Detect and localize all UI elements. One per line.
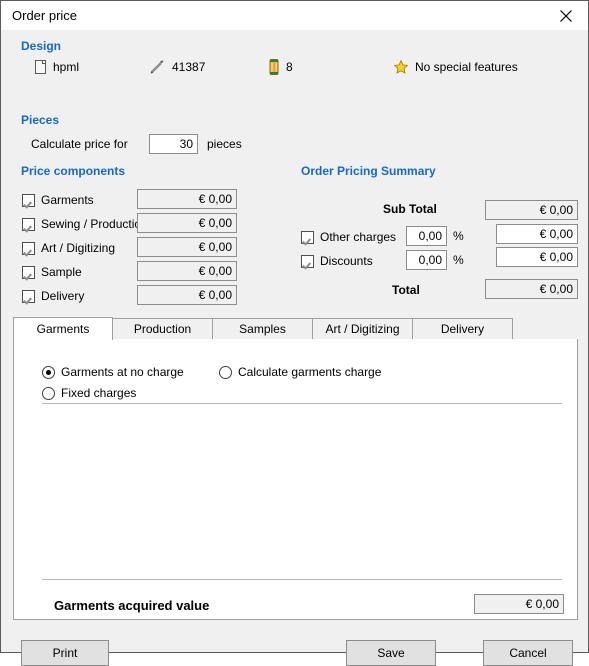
close-icon [559,9,572,22]
tab-production-label: Production [133,322,192,336]
design-item-number: 41387 [149,57,205,77]
design-number-label: 41387 [172,60,206,74]
price-component-label-garments: Garments [41,193,94,207]
other-charges-label: Other charges [320,230,397,244]
radio-label-fixed-charges: Fixed charges [61,386,137,400]
garments-acquired-value-label: Garments acquired value [54,598,210,613]
tab-delivery-label: Delivery [440,322,485,336]
divider-bottom [42,579,562,580]
radio-fixed-charges[interactable] [42,386,55,400]
price-component-row-sewing[interactable]: Sewing / Production [22,215,148,233]
price-component-row-garments[interactable]: Garments [22,191,94,209]
divider-top [42,403,562,404]
sub-total-label: Sub Total [383,202,437,216]
price-component-label-art: Art / Digitizing [41,241,116,255]
price-component-label-delivery: Delivery [41,289,85,303]
sub-total-value [485,200,578,220]
design-features-label: No special features [415,60,518,74]
checkbox-garments[interactable] [22,193,35,207]
pieces-label: Calculate price for [31,137,128,151]
cancel-button[interactable]: Cancel [483,640,573,666]
design-item-features: No special features [393,57,518,77]
save-button-label: Save [377,646,405,660]
price-component-row-sample[interactable]: Sample [22,263,82,281]
radio-row-no-charge[interactable]: Garments at no charge [42,365,184,379]
other-charges-percent-input[interactable] [406,226,447,246]
radio-row-calculate-charge[interactable]: Calculate garments charge [219,365,381,379]
tab-samples-label: Samples [239,322,286,336]
tabstrip: Garments Production Samples Art / Digiti… [13,317,578,340]
tab-samples[interactable]: Samples [212,318,313,339]
price-component-value-sample [137,261,237,281]
other-charges-row[interactable]: Other charges [301,228,396,246]
window-title: Order price [12,8,78,23]
star-icon [393,59,409,74]
checkbox-other-charges[interactable] [301,230,314,244]
discounts-value[interactable] [496,247,578,267]
tab-art-digitizing-label: Art / Digitizing [325,322,400,336]
pieces-unit-label: pieces [207,137,242,151]
print-button-label: Print [52,646,78,660]
garments-acquired-value [474,594,564,614]
discounts-percent-input[interactable] [406,250,447,270]
other-charges-value[interactable] [496,224,578,244]
tab-delivery[interactable]: Delivery [412,318,513,339]
tab-garments[interactable]: Garments [13,317,113,340]
document-icon [35,60,46,74]
price-component-value-delivery [137,285,237,305]
pencil-icon [149,59,165,75]
radio-calculate-garments-charge[interactable] [219,365,232,379]
close-button[interactable] [543,1,588,30]
save-button[interactable]: Save [346,640,436,666]
price-component-value-sewing [137,213,237,233]
discounts-row[interactable]: Discounts [301,252,373,270]
summary-heading: Order Pricing Summary [301,164,436,178]
tab-garments-label: Garments [36,322,90,336]
pieces-heading: Pieces [21,113,60,127]
cancel-button-label: Cancel [509,646,547,660]
radio-garments-at-no-charge[interactable] [42,365,55,379]
discounts-percent-symbol: % [453,253,464,267]
price-component-row-art[interactable]: Art / Digitizing [22,239,115,257]
total-value [485,279,578,299]
design-item-name: hpml [35,57,79,77]
tab-production[interactable]: Production [112,318,213,339]
radio-row-fixed-charges[interactable]: Fixed charges [42,386,136,400]
radio-label-no-charge: Garments at no charge [61,365,184,379]
titlebar: Order price [1,1,588,30]
checkbox-art-digitizing[interactable] [22,241,35,255]
thread-spool-icon [269,59,279,75]
discounts-label: Discounts [320,254,373,268]
design-quantity-label: 8 [286,60,293,74]
garments-tab-panel: Garments at no charge Calculate garments… [13,339,578,620]
price-component-row-delivery[interactable]: Delivery [22,287,84,305]
design-name-label: hpml [53,60,80,74]
tab-art-digitizing[interactable]: Art / Digitizing [312,318,413,339]
pieces-input[interactable] [149,134,198,154]
design-heading: Design [21,39,62,53]
price-component-label-sewing: Sewing / Production [41,217,148,231]
price-component-value-art [137,237,237,257]
price-component-label-sample: Sample [41,265,82,279]
dialog-body: Design hpml 41387 8 No special features … [1,30,588,666]
print-button[interactable]: Print [21,640,109,666]
price-component-value-garments [137,189,237,209]
checkbox-sewing-production[interactable] [22,217,35,231]
order-price-dialog: Order price Design hpml 41387 8 No speci… [0,0,589,666]
design-item-quantity: 8 [269,57,293,77]
price-components-heading: Price components [21,164,126,178]
checkbox-delivery[interactable] [22,289,35,303]
other-charges-percent-symbol: % [453,229,464,243]
total-label: Total [392,283,420,297]
checkbox-sample[interactable] [22,265,35,279]
design-row: hpml 41387 8 No special features [21,57,566,77]
checkbox-discounts[interactable] [301,254,314,268]
radio-label-calculate-charge: Calculate garments charge [238,365,382,379]
